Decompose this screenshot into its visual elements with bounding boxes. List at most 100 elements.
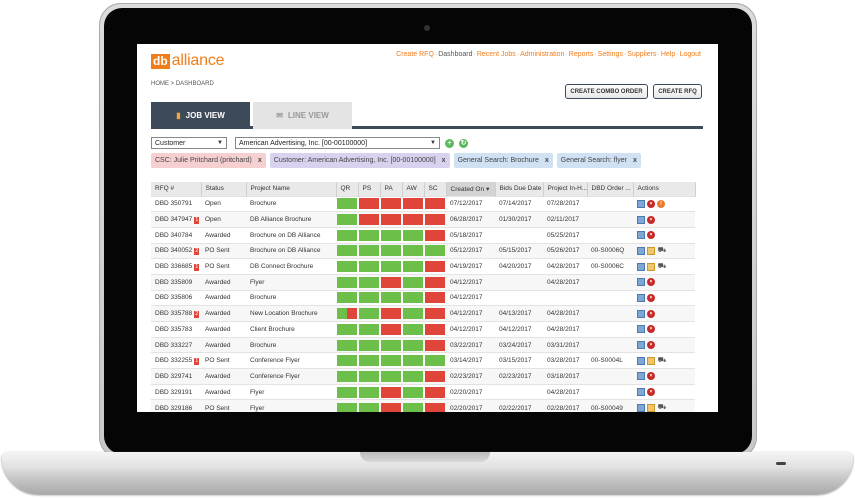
rfq-number-cell[interactable]: DBD 335783 <box>151 321 201 338</box>
rfq-number-cell[interactable]: DBD 332255 1 <box>151 352 201 369</box>
nav-item-suppliers[interactable]: Suppliers <box>627 51 656 58</box>
delete-icon[interactable]: × <box>647 372 655 381</box>
document-icon[interactable] <box>647 246 655 255</box>
rfq-number[interactable]: DBD 340784 <box>155 232 192 239</box>
column-header-qr[interactable]: QR <box>336 182 359 196</box>
rfq-number[interactable]: DBD 329191 <box>155 389 192 396</box>
table-row[interactable]: DBD 329186 PO Sent Flyer 02/20/2017 02/22/20… <box>151 399 695 412</box>
rfq-number[interactable]: DBD 335806 <box>155 294 192 301</box>
document-icon[interactable] <box>647 404 655 412</box>
tab-job-view[interactable]: ▮ JOB VIEW <box>151 102 250 129</box>
tab-line-view[interactable]: ✉ LINE VIEW <box>253 102 352 129</box>
table-row[interactable]: DBD 335806 Awarded Brochure 04/12/2017 × <box>151 289 695 306</box>
message-count-badge[interactable]: 2 <box>194 247 200 255</box>
alert-icon[interactable]: ! <box>657 199 665 208</box>
create-rfq-button[interactable]: CREATE RFQ <box>653 84 702 99</box>
chip-remove-icon[interactable]: x <box>442 157 446 164</box>
column-header-actions[interactable]: Actions <box>633 182 696 196</box>
rfq-number-cell[interactable]: DBD 335788 2 <box>151 305 201 322</box>
nav-item-logout[interactable]: Logout <box>680 51 701 58</box>
delete-icon[interactable]: × <box>647 309 655 318</box>
column-header-project-in-h[interactable]: Project In-H... <box>543 182 588 196</box>
rfq-number[interactable]: DBD 329741 <box>155 373 192 380</box>
column-header-dbd-order[interactable]: DBD Order ... <box>587 182 634 196</box>
rfq-number-cell[interactable]: DBD 340784 <box>151 226 201 244</box>
chip-remove-icon[interactable]: x <box>545 157 549 164</box>
filter-type-select[interactable]: Customer ▼ <box>151 137 227 149</box>
delete-icon[interactable]: × <box>647 278 655 287</box>
copy-icon[interactable] <box>637 246 645 255</box>
table-row[interactable]: DBD 329191 Awarded Flyer 02/20/2017 04/28/20… <box>151 383 695 400</box>
rfq-number[interactable]: DBD 333227 <box>155 342 192 349</box>
copy-icon[interactable] <box>637 231 645 240</box>
rfq-number-cell[interactable]: DBD 340052 2 <box>151 242 201 259</box>
table-row[interactable]: DBD 340052 2 PO Sent Brochure on DB Allianc… <box>151 242 695 259</box>
copy-icon[interactable] <box>637 278 645 287</box>
app-logo[interactable]: db alliance <box>151 52 225 70</box>
table-row[interactable]: DBD 340784 Awarded Brochure on DB Alliance… <box>151 226 695 244</box>
column-header-sc[interactable]: SC <box>424 182 447 196</box>
copy-icon[interactable] <box>637 372 645 381</box>
delete-icon[interactable]: × <box>647 325 655 334</box>
delete-icon[interactable]: × <box>647 341 655 350</box>
copy-icon[interactable] <box>637 262 645 271</box>
create-combo-order-button[interactable]: CREATE COMBO ORDER <box>565 84 648 99</box>
truck-icon[interactable]: ⛟ <box>657 357 667 365</box>
chip-remove-icon[interactable]: x <box>258 157 262 164</box>
rfq-number-cell[interactable]: DBD 329741 <box>151 368 201 385</box>
table-row[interactable]: DBD 335783 Awarded Client Brochure 04/12/20… <box>151 321 695 338</box>
delete-icon[interactable]: × <box>647 231 655 240</box>
nav-item-recent-jobs[interactable]: Recent Jobs <box>477 51 516 58</box>
copy-icon[interactable] <box>637 388 645 397</box>
table-row[interactable]: DBD 347947 1 Open DB Alliance Brochure 06/28… <box>151 211 695 228</box>
rfq-number-cell[interactable]: DBD 335806 <box>151 289 201 306</box>
truck-icon[interactable]: ⛟ <box>657 263 667 271</box>
rfq-number[interactable]: DBD 329186 <box>155 405 192 412</box>
rfq-number[interactable]: DBD 335809 <box>155 279 192 286</box>
rfq-number-cell[interactable]: DBD 347947 1 <box>151 211 201 228</box>
table-row[interactable]: DBD 332255 1 PO Sent Conference Flyer 03/14/… <box>151 352 695 369</box>
table-row[interactable]: DBD 335788 2 Awarded New Location Brochure 0… <box>151 305 695 322</box>
message-count-badge[interactable]: 2 <box>194 310 200 318</box>
column-header-aw[interactable]: AW <box>402 182 425 196</box>
nav-item-administration[interactable]: Administration <box>520 51 564 58</box>
truck-icon[interactable]: ⛟ <box>657 404 667 412</box>
rfq-number[interactable]: DBD 350791 <box>155 200 192 207</box>
nav-item-settings[interactable]: Settings <box>598 51 623 58</box>
column-header-ps[interactable]: PS <box>358 182 381 196</box>
table-row[interactable]: DBD 336685 1 PO Sent DB Connect Brochure 04/… <box>151 258 695 275</box>
rfq-number[interactable]: DBD 347947 <box>155 216 192 223</box>
message-count-badge[interactable]: 1 <box>194 263 200 271</box>
rfq-number-cell[interactable]: DBD 335809 <box>151 273 201 291</box>
column-header-rfq[interactable]: RFQ # <box>151 182 202 196</box>
table-row[interactable]: DBD 333227 Awarded Brochure 03/22/2017 03/24… <box>151 336 695 353</box>
rfq-number-cell[interactable]: DBD 350791 <box>151 195 201 212</box>
rfq-number[interactable]: DBD 335788 <box>155 310 192 317</box>
rfq-number-cell[interactable]: DBD 336685 1 <box>151 258 201 275</box>
delete-icon[interactable]: × <box>647 388 655 397</box>
copy-icon[interactable] <box>637 404 645 412</box>
document-icon[interactable] <box>647 262 655 271</box>
table-row[interactable]: DBD 335809 Awarded Flyer 04/12/2017 04/28/20… <box>151 273 695 291</box>
nav-item-create-rfq[interactable]: Create RFQ <box>396 51 434 58</box>
rfq-number-cell[interactable]: DBD 329191 <box>151 383 201 400</box>
message-count-badge[interactable]: 1 <box>194 216 200 224</box>
copy-icon[interactable] <box>637 215 645 224</box>
copy-icon[interactable] <box>637 293 645 302</box>
chip-remove-icon[interactable]: x <box>633 157 637 164</box>
rfq-number[interactable]: DBD 335783 <box>155 326 192 333</box>
nav-item-reports[interactable]: Reports <box>569 51 594 58</box>
customer-select[interactable]: American Advertising, Inc. [00-00100000]… <box>235 137 440 149</box>
delete-icon[interactable]: × <box>647 199 655 208</box>
copy-icon[interactable] <box>637 309 645 318</box>
column-header-bids-due-date[interactable]: Bids Due Date <box>495 182 544 196</box>
nav-item-dashboard[interactable]: Dashboard <box>438 51 472 58</box>
copy-icon[interactable] <box>637 341 645 350</box>
document-icon[interactable] <box>647 356 655 365</box>
copy-icon[interactable] <box>637 199 645 208</box>
refresh-icon[interactable]: ↻ <box>459 138 468 148</box>
rfq-number[interactable]: DBD 336685 <box>155 263 192 270</box>
truck-icon[interactable]: ⛟ <box>657 247 667 255</box>
table-row[interactable]: DBD 350791 Open Brochure 07/12/2017 07/14/20… <box>151 195 695 212</box>
rfq-number-cell[interactable]: DBD 329186 <box>151 399 201 412</box>
